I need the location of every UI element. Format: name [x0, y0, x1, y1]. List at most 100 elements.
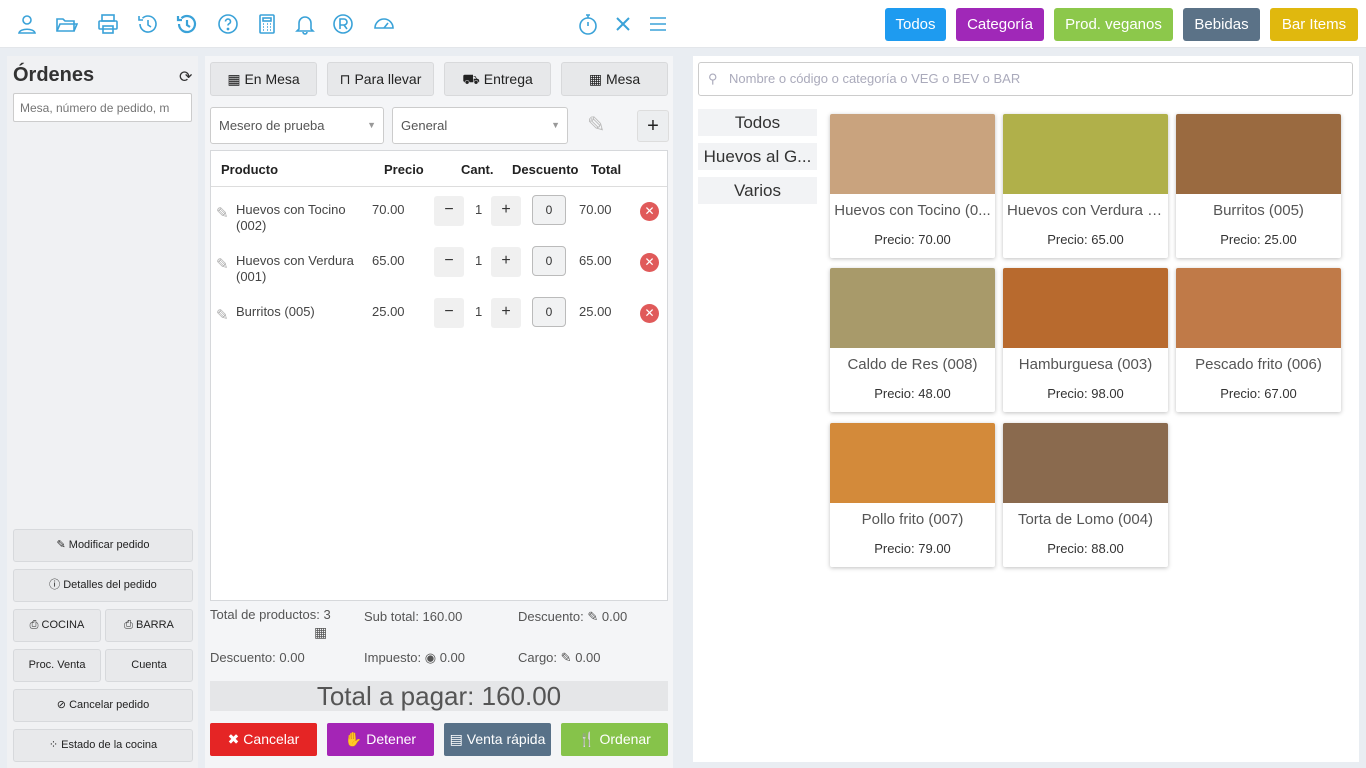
charge-value: 0.00 — [575, 650, 601, 665]
order-details-label: Detalles del pedido — [63, 579, 157, 591]
subtotal: Sub total: 160.00 — [364, 609, 463, 624]
pencil-icon[interactable]: ✎ — [216, 255, 229, 273]
utensils-icon: 🍴 — [578, 731, 596, 747]
product-card[interactable]: Huevos con Verdura (... Precio: 65.00 — [1003, 114, 1168, 258]
discount-edit[interactable]: Descuento: ✎ 0.00 — [518, 609, 627, 625]
search-icon: ⚲ — [708, 71, 718, 86]
calendar-icon[interactable]: ▦ — [314, 624, 327, 641]
eye-icon: ◉ — [424, 650, 437, 665]
order-search-input[interactable] — [13, 93, 192, 122]
bar-print-button[interactable]: ⎙ BARRA — [105, 609, 193, 642]
orders-sidebar: Órdenes ⟳ ✎ Modificar pedido ⓘ Detalles … — [7, 56, 198, 768]
product-search-input[interactable]: ⚲ Nombre o código o categoría o VEG o BEV… — [698, 62, 1353, 96]
kitchen-print-button[interactable]: ⎙ COCINA — [13, 609, 101, 642]
edit-icon: ✎ — [56, 539, 66, 551]
info-icon: ⓘ — [49, 579, 61, 591]
tax-value: 0.00 — [439, 650, 465, 665]
hold-button[interactable]: ✋ Detener — [327, 723, 434, 756]
product-price: Precio: 48.00 — [874, 386, 951, 401]
cancel-button[interactable]: ✖ Cancelar — [210, 723, 317, 756]
registered-icon[interactable] — [331, 12, 355, 36]
decrease-qty-button[interactable]: − — [434, 298, 464, 328]
product-card[interactable]: Hamburguesa (003) Precio: 98.00 — [1003, 268, 1168, 412]
increase-qty-button[interactable]: + — [491, 196, 521, 226]
dine-in-button[interactable]: ▦ En Mesa — [210, 62, 317, 96]
order-details-button[interactable]: ⓘ Detalles del pedido — [13, 569, 193, 602]
pencil-icon[interactable]: ✎ — [216, 204, 229, 222]
item-discount-input[interactable]: 0 — [532, 297, 566, 327]
increase-qty-button[interactable]: + — [491, 298, 521, 328]
tax[interactable]: Impuesto: ◉ 0.00 — [364, 650, 465, 666]
category-button[interactable]: Categoría — [956, 8, 1044, 41]
close-icon[interactable] — [611, 12, 635, 36]
category-item[interactable]: Varios — [698, 177, 817, 204]
product-image — [1176, 114, 1341, 194]
printer-icon: ⎙ — [29, 619, 39, 631]
remove-item-icon[interactable]: ✕ — [640, 253, 659, 272]
products-panel: ⚲ Nombre o código o categoría o VEG o BEV… — [693, 56, 1359, 762]
edit-customer-icon[interactable]: ✎ — [587, 112, 605, 138]
product-image — [1003, 423, 1168, 503]
product-card[interactable]: Torta de Lomo (004) Precio: 88.00 — [1003, 423, 1168, 567]
increase-qty-button[interactable]: + — [491, 247, 521, 277]
edit-icon: ✎ — [587, 609, 599, 624]
item-name: Huevos con Verdura (001) — [236, 253, 354, 284]
category-item[interactable]: Huevos al G... — [698, 143, 817, 170]
discount-edit-value: 0.00 — [601, 609, 628, 624]
menu-icon[interactable] — [646, 12, 670, 36]
takeaway-label: Para llevar — [354, 71, 422, 87]
bar-label: BARRA — [135, 619, 174, 631]
product-image — [1003, 268, 1168, 348]
customer-select[interactable]: General ▼ — [392, 107, 568, 144]
folder-open-icon[interactable] — [54, 12, 78, 36]
quick-sale-button[interactable]: ▤ Venta rápida — [444, 723, 551, 756]
orders-title: Órdenes — [13, 64, 95, 86]
help-icon[interactable] — [216, 12, 240, 36]
product-card[interactable]: Caldo de Res (008) Precio: 48.00 — [830, 268, 995, 412]
waiter-select[interactable]: Mesero de prueba ▼ — [210, 107, 384, 144]
drinks-button[interactable]: Bebidas — [1183, 8, 1260, 41]
shopping-bag-icon: ⊓ — [339, 71, 351, 87]
decrease-qty-button[interactable]: − — [434, 247, 464, 277]
category-item[interactable]: Todos — [698, 109, 817, 136]
vegan-products-button[interactable]: Prod. veganos — [1054, 8, 1173, 41]
user-icon[interactable] — [15, 12, 39, 36]
bar-items-button[interactable]: Bar Items — [1270, 8, 1358, 41]
printer-icon: ⎙ — [124, 619, 133, 631]
tax-label: Impuesto: — [364, 650, 422, 665]
stopwatch-icon[interactable] — [576, 12, 600, 36]
table-button[interactable]: ▦ Mesa — [561, 62, 668, 96]
pencil-icon[interactable]: ✎ — [216, 306, 229, 324]
order-button[interactable]: 🍴 Ordenar — [561, 723, 668, 756]
remove-item-icon[interactable]: ✕ — [640, 202, 659, 221]
item-price: 65.00 — [372, 253, 405, 268]
bell-icon[interactable] — [293, 12, 317, 36]
undo-history-icon[interactable] — [175, 12, 199, 36]
dashboard-icon[interactable] — [372, 12, 396, 36]
modify-order-button[interactable]: ✎ Modificar pedido — [13, 529, 193, 562]
decrease-qty-button[interactable]: − — [434, 196, 464, 226]
delivery-button[interactable]: ⛟ Entrega — [444, 62, 551, 96]
discount-edit-label: Descuento: — [518, 609, 584, 624]
discount-total: Descuento: 0.00 — [210, 650, 305, 665]
cancel-order-button[interactable]: ⊘ Cancelar pedido — [13, 689, 193, 722]
takeaway-button[interactable]: ⊓ Para llevar — [327, 62, 434, 96]
printer-icon[interactable] — [96, 12, 120, 36]
process-sale-button[interactable]: Proc. Venta — [13, 649, 101, 682]
cart-table: Producto Precio Cant. Descuento Total ✎ … — [210, 150, 668, 601]
product-card[interactable]: Pollo frito (007) Precio: 79.00 — [830, 423, 995, 567]
refresh-icon[interactable]: ⟳ — [179, 67, 192, 87]
history-icon[interactable] — [136, 12, 160, 36]
account-button[interactable]: Cuenta — [105, 649, 193, 682]
add-customer-button[interactable]: + — [637, 110, 669, 142]
product-card[interactable]: Pescado frito (006) Precio: 67.00 — [1176, 268, 1341, 412]
item-discount-input[interactable]: 0 — [532, 195, 566, 225]
item-discount-input[interactable]: 0 — [532, 246, 566, 276]
calculator-icon[interactable] — [255, 12, 279, 36]
charge[interactable]: Cargo: ✎ 0.00 — [518, 650, 601, 666]
category-all-button[interactable]: Todos — [885, 8, 946, 41]
kitchen-status-button[interactable]: ⁘ Estado de la cocina — [13, 729, 193, 762]
product-card[interactable]: Burritos (005) Precio: 25.00 — [1176, 114, 1341, 258]
remove-item-icon[interactable]: ✕ — [640, 304, 659, 323]
product-card[interactable]: Huevos con Tocino (0... Precio: 70.00 — [830, 114, 995, 258]
